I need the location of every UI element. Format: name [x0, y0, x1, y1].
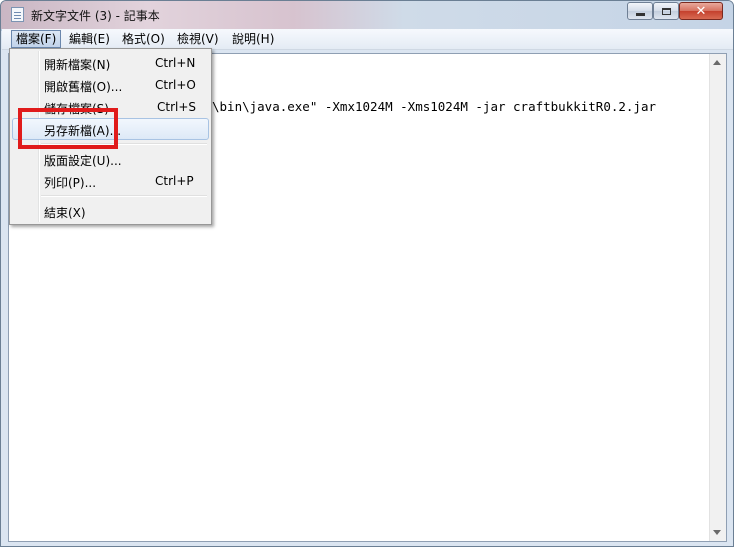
- menu-item-new[interactable]: 開新檔案(N) Ctrl+N: [12, 52, 209, 74]
- menu-item-shortcut: Ctrl+P: [155, 174, 194, 188]
- menu-item-open[interactable]: 開啟舊檔(O)... Ctrl+O: [12, 74, 209, 96]
- close-button[interactable]: ✕: [679, 2, 723, 20]
- vertical-scrollbar[interactable]: [709, 54, 726, 541]
- window-title: 新文字文件 (3) - 記事本: [31, 9, 160, 23]
- menu-item-shortcut: Ctrl+N: [155, 56, 196, 70]
- menu-item-label: 列印(P)...: [44, 176, 97, 190]
- menu-edit[interactable]: 編輯(E): [65, 30, 114, 48]
- scroll-down-icon[interactable]: [713, 530, 721, 535]
- notepad-icon[interactable]: [11, 7, 24, 22]
- menu-format[interactable]: 格式(O): [118, 30, 169, 48]
- editor-text[interactable]: \bin\java.exe" -Xmx1024M -Xms1024M -jar …: [212, 99, 656, 114]
- menu-file[interactable]: 檔案(F): [11, 30, 62, 48]
- menu-item-shortcut: Ctrl+S: [157, 100, 197, 114]
- menu-item-label: 結束(X): [44, 206, 86, 220]
- menu-item-label: 開啟舊檔(O)...: [44, 80, 123, 94]
- menu-separator: [41, 195, 207, 197]
- menu-item-label: 版面設定(U)...: [44, 154, 122, 168]
- menu-help[interactable]: 說明(H): [228, 30, 278, 48]
- menu-item-exit[interactable]: 結束(X): [12, 200, 209, 222]
- menu-item-page-setup[interactable]: 版面設定(U)...: [12, 148, 209, 170]
- scroll-up-icon[interactable]: [713, 60, 721, 65]
- highlight-annotation: [18, 108, 118, 149]
- menu-view[interactable]: 檢視(V): [173, 30, 223, 48]
- minimize-icon: [635, 12, 645, 16]
- minimize-button[interactable]: [627, 2, 653, 20]
- close-icon: ✕: [695, 3, 707, 19]
- title-bar[interactable]: 新文字文件 (3) - 記事本 ✕: [1, 1, 733, 29]
- maximize-button[interactable]: [653, 2, 679, 20]
- menu-bar: 檔案(F) 編輯(E) 格式(O) 檢視(V) 說明(H): [2, 29, 733, 50]
- menu-item-label: 開新檔案(N): [44, 58, 111, 72]
- menu-item-print[interactable]: 列印(P)... Ctrl+P: [12, 170, 209, 192]
- maximize-icon: [661, 7, 671, 15]
- menu-item-shortcut: Ctrl+O: [155, 78, 196, 92]
